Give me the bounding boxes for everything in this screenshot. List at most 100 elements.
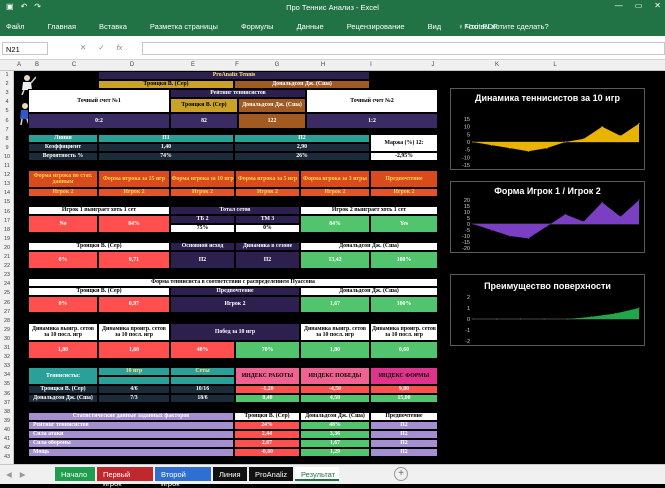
row-header[interactable]: 25 (0, 290, 13, 296)
column-header[interactable]: L (524, 62, 586, 68)
dyn-a: 1,80 (28, 341, 98, 359)
ribbon-tab[interactable]: Вставка (99, 22, 127, 31)
row-header[interactable]: 35 (0, 381, 13, 387)
ribbon-tab[interactable]: Разметка страницы (150, 22, 218, 31)
column-header[interactable]: F (220, 62, 254, 68)
prob-label: Вероятность % (28, 152, 98, 161)
window-title: Про Теннис Анализ - Excel (286, 3, 379, 12)
ribbon-tab[interactable]: Файл (6, 22, 24, 31)
row-header[interactable]: 16 (0, 209, 13, 215)
form-header: Предпочтение (370, 170, 438, 188)
row-header[interactable]: 40 (0, 427, 13, 433)
sheet-tab[interactable]: Первый игрок (97, 467, 153, 488)
row-header[interactable]: 2 (0, 81, 13, 87)
index-work-label: ИНДЕКС РАБОТЫ (235, 367, 300, 385)
sheet-tab[interactable]: Результат (295, 467, 339, 481)
row-header[interactable]: 38 (0, 409, 13, 415)
ribbon-tab[interactable]: Формулы (241, 22, 274, 31)
poisson-p2-label: Дональдсон Дж. (Сша) (300, 287, 438, 296)
row-header[interactable]: 15 (0, 199, 13, 205)
row-header[interactable]: 22 (0, 263, 13, 269)
row-header[interactable]: 20 (0, 245, 13, 251)
chart-surface[interactable]: Преимущество поверхности 2 1 0 -1 -2 (450, 274, 645, 346)
column-header[interactable]: I (346, 62, 396, 68)
row-header[interactable]: 37 (0, 400, 13, 406)
row-header[interactable]: 43 (0, 454, 13, 460)
margin-value: -2,95% (370, 152, 438, 161)
row-header[interactable]: 11 (0, 163, 13, 169)
row-header[interactable]: 12 (0, 172, 13, 178)
ribbon-tab[interactable]: Вид (428, 22, 442, 31)
line-p2: П2 (234, 134, 370, 143)
formula-input[interactable] (142, 42, 665, 55)
worksheet[interactable]: ProAnaliz Tennis Троицки В. (Сер) Дональ… (14, 71, 665, 464)
row-header[interactable]: 6 (0, 118, 13, 124)
column-header[interactable]: E (166, 62, 220, 68)
row-header[interactable]: 14 (0, 190, 13, 196)
row-header[interactable]: 32 (0, 354, 13, 360)
row-header[interactable]: 26 (0, 300, 13, 306)
column-header[interactable]: J (396, 62, 470, 68)
chart-dynamics[interactable]: Динамика теннисистов за 10 игр 15 10 5 0 -5-… (450, 88, 645, 170)
chart-form[interactable]: Форма Игрок 1 / Игрок 2 20 15 10 5 0 -5 -10 -15… (450, 181, 645, 253)
row-header[interactable]: 21 (0, 254, 13, 260)
next-sheet-icon[interactable]: ▶ (20, 470, 26, 479)
column-header[interactable]: D (98, 62, 166, 68)
index-win-1: -4,50 (300, 385, 370, 394)
row-header[interactable]: 19 (0, 236, 13, 242)
row-header[interactable]: 29 (0, 327, 13, 333)
row-header[interactable]: 36 (0, 391, 13, 397)
cancel-icon[interactable]: ✕ (80, 43, 86, 52)
sheet-tab[interactable]: Начало (55, 467, 95, 481)
enter-icon[interactable]: ✓ (98, 43, 104, 52)
row-header[interactable]: 27 (0, 309, 13, 315)
sheet-tab[interactable]: Линия (213, 467, 247, 481)
column-header[interactable]: H (300, 62, 346, 68)
row-header[interactable]: 5 (0, 108, 13, 114)
row-header[interactable]: 30 (0, 336, 13, 342)
sheet-tab[interactable]: ProAnaliz (249, 467, 293, 481)
data-point (472, 141, 474, 143)
row-header[interactable]: 1 (0, 72, 13, 78)
row-header[interactable]: 41 (0, 436, 13, 442)
ribbon-tab[interactable]: Данные (297, 22, 324, 31)
row-header[interactable]: 10 (0, 154, 13, 160)
minimize-button[interactable]: — (615, 1, 623, 10)
row-header[interactable]: 18 (0, 227, 13, 233)
prev-sheet-icon[interactable]: ◀ (6, 470, 12, 479)
row-header[interactable]: 4 (0, 99, 13, 105)
row-header[interactable]: 23 (0, 272, 13, 278)
fx-icon[interactable]: fx (117, 43, 123, 52)
tell-me-search[interactable]: ♀ Что вы хотите сделать? (458, 22, 549, 31)
row-header[interactable]: 24 (0, 281, 13, 287)
maximize-button[interactable]: ▭ (635, 1, 643, 10)
column-header[interactable]: A (14, 62, 24, 68)
column-header[interactable]: B (24, 62, 50, 68)
chart-1-plot: 15 105 0 -5-10 -15 (462, 117, 640, 169)
column-header[interactable]: K (470, 62, 524, 68)
column-header[interactable]: C (50, 62, 98, 68)
add-sheet-button[interactable]: + (394, 467, 408, 481)
sheet-tab[interactable]: Второй игрок (155, 467, 211, 488)
row-header[interactable]: 33 (0, 363, 13, 369)
ribbon-tab[interactable]: Рецензирование (347, 22, 405, 31)
column-header[interactable]: G (254, 62, 300, 68)
row-header[interactable]: 9 (0, 145, 13, 151)
row-header[interactable]: 13 (0, 181, 13, 187)
close-button[interactable]: ✕ (654, 1, 661, 10)
row-header[interactable]: 17 (0, 218, 13, 224)
sheet-nav: ◀ ▶ (6, 470, 26, 479)
row-header[interactable]: 31 (0, 345, 13, 351)
row-header[interactable]: 3 (0, 90, 13, 96)
factor-name: Рейтинг теннисистов (28, 421, 234, 430)
ribbon-tab[interactable]: Главная (47, 22, 76, 31)
row-header[interactable]: 42 (0, 445, 13, 451)
factor-p: П2 (370, 439, 438, 448)
row-header[interactable]: 34 (0, 372, 13, 378)
name-box[interactable]: N21 (2, 42, 48, 55)
row-header[interactable]: 7 (0, 127, 13, 133)
row-header[interactable]: 28 (0, 318, 13, 324)
row-header[interactable]: 8 (0, 136, 13, 142)
data-point (546, 147, 548, 149)
row-header[interactable]: 39 (0, 418, 13, 424)
